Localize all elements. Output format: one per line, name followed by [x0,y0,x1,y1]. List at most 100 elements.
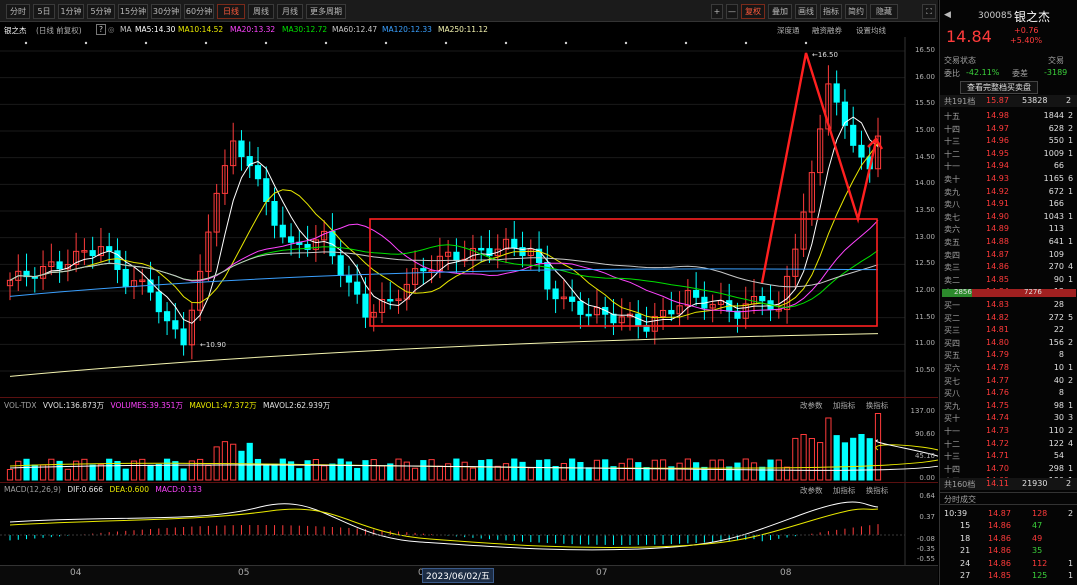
macd-edit-params[interactable]: 改参数 [800,486,823,495]
back-arrow-icon[interactable]: ◀ [944,10,951,20]
orderbook-row[interactable]: 十四 14.97 628 2 [940,123,1077,135]
ma20-line [9,220,879,313]
orderbook-row[interactable]: 买六 14.78 10 1 [940,362,1077,374]
help-icon[interactable]: ? [96,24,106,35]
orderbook-row[interactable]: 买一 14.83 28 [940,299,1077,311]
period-tab-7[interactable]: 日线 [217,4,245,19]
orderbook-row[interactable]: 十四 14.70 298 1 [940,463,1077,475]
toolbar-right-button-2[interactable]: 复权 [741,4,765,19]
level-volume: 28 [1053,300,1064,309]
level-volume: 298 [1048,463,1064,473]
wc-label: 委差 [1012,69,1028,78]
stock-name: 银之杰 [1014,10,1051,24]
volume-bar [552,465,559,481]
toolbar-right-button-3[interactable]: 叠加 [768,4,792,19]
level-price: 14.89 [986,224,1009,234]
link-margin[interactable]: 融资融券 [812,25,842,36]
level-label: 买三 [944,326,960,336]
volume-bar [486,459,493,481]
candle-body [56,261,63,270]
mavol1-value: MAVOL1:47.372万 [189,401,257,410]
orderbook-row[interactable]: 买二 14.82 272 5 [940,312,1077,324]
event-dot [384,41,388,45]
fullscreen-icon[interactable]: ⛶ [922,4,936,19]
orderbook-row[interactable]: 卖八 14.91 166 [940,198,1077,210]
tick-time: 21 [960,546,971,556]
level-volume: 8 [1058,350,1064,360]
level-label: 买四 [944,338,960,348]
settings-icon[interactable]: ◎ [108,25,115,34]
period-tab-1[interactable]: 5日 [33,4,55,19]
orderbook-row[interactable]: 买十 14.74 30 3 [940,412,1077,424]
period-tab-9[interactable]: 月线 [277,4,303,19]
full-orderbook-button[interactable]: 查看完整档买卖盘 [960,81,1038,94]
orderbook-row[interactable]: 十三 14.96 550 1 [940,135,1077,147]
orderbook-row[interactable]: 卖三 14.86 270 4 [940,261,1077,273]
orderbook-row[interactable]: 卖九 14.92 672 1 [940,186,1077,198]
mavol2-value: MAVOL2:62.939万 [262,401,331,410]
orderbook-row[interactable]: 买八 14.76 8 [940,387,1077,399]
macd-axis-3: -0.35 [916,545,935,553]
sell-total-price: 15.87 [986,96,1009,105]
price-axis-label: 16.00 [914,72,935,81]
period-tab-3[interactable]: 5分钟 [87,4,115,19]
period-tab-2[interactable]: 1分钟 [58,4,84,19]
macd-swap-indicator[interactable]: 换指标 [866,486,889,495]
orderbook-row[interactable]: 买三 14.81 22 [940,324,1077,336]
volume-bar [411,467,419,481]
ticks-title[interactable]: 分时成交 [944,494,976,505]
level-price: 14.83 [986,300,1009,309]
orderbook-row[interactable]: 十五 14.98 1844 2 [940,110,1077,122]
period-tab-8[interactable]: 周线 [248,4,274,19]
orderbook-row[interactable]: 买九 14.75 98 1 [940,400,1077,412]
volume-bar [560,462,567,481]
orderbook-row[interactable]: 卖四 14.87 109 [940,249,1077,261]
orderbook-row[interactable]: 十一 14.94 66 [940,160,1077,172]
orderbook-row[interactable]: 十二 14.72 122 4 [940,438,1077,450]
toolbar-right-button-5[interactable]: 指标 [820,4,842,19]
period-tab-6[interactable]: 60分钟 [184,4,214,19]
orderbook-row[interactable]: 买四 14.80 156 2 [940,337,1077,349]
macd-axis-1: 0.37 [919,513,935,521]
vol-links: 改参数 加指标 换指标 [800,400,888,411]
orderbook-row[interactable]: 卖十 14.93 1165 6 [940,173,1077,185]
period-tab-0[interactable]: 分时 [6,4,30,19]
event-dot [804,41,808,45]
volume-bar [750,462,758,481]
toolbar-right-button-6[interactable]: 简约 [845,4,867,19]
vol-edit-params[interactable]: 改参数 [800,401,823,410]
volume-bar [436,465,443,481]
period-tab-4[interactable]: 15分钟 [118,4,148,19]
toolbar-right-button-1[interactable]: — [726,4,738,19]
period-toolbar: 分时 5日 1分钟 5分钟 15分钟 30分钟 60分钟 日线 周线 月线 更多周期 + — 复权 叠加 画线… [0,0,938,22]
orderbook-row[interactable]: 十一 14.73 110 2 [940,425,1077,437]
vol-swap-indicator[interactable]: 换指标 [866,401,889,410]
macd-add-indicator[interactable]: 加指标 [833,486,856,495]
orderbook-row[interactable]: 十二 14.95 1009 1 [940,148,1077,160]
orderbook-row[interactable]: 十三 14.71 54 [940,450,1077,462]
level-label: 卖五 [944,238,960,247]
toolbar-right-button-0[interactable]: + [711,4,723,19]
ma30-value: MA30:12.72 [282,25,328,34]
orderbook-row[interactable]: 买五 14.79 8 [940,349,1077,361]
vol-add-indicator[interactable]: 加指标 [833,401,856,410]
tick-price: 14.85 [988,571,1011,580]
level-orders: 1 [1068,274,1074,284]
toolbar-right-button-7[interactable]: 隐藏 [870,4,898,19]
orderbook-row[interactable]: 卖七 14.90 1043 1 [940,211,1077,223]
period-tab-10[interactable]: 更多周期 [306,4,346,19]
level-price: 14.78 [986,363,1009,372]
candle-body [254,165,262,180]
orderbook-row[interactable]: 卖五 14.88 641 1 [940,236,1077,248]
orderbook-row[interactable]: 卖二 14.85 90 1 [940,274,1077,286]
level-label: 卖三 [944,263,960,273]
price-axis-label: 11.00 [914,339,935,348]
period-tab-5[interactable]: 30分钟 [151,4,181,19]
orderbook-row[interactable]: 卖六 14.89 113 [940,223,1077,235]
toolbar-right-button-4[interactable]: 画线 [795,4,817,19]
candle-body [585,313,592,317]
level-label: 十三 [944,452,960,462]
orderbook-row[interactable]: 买七 14.77 40 2 [940,375,1077,387]
link-ma-settings[interactable]: 设置均线 [856,25,886,36]
link-depth[interactable]: 深度通 [777,25,800,36]
